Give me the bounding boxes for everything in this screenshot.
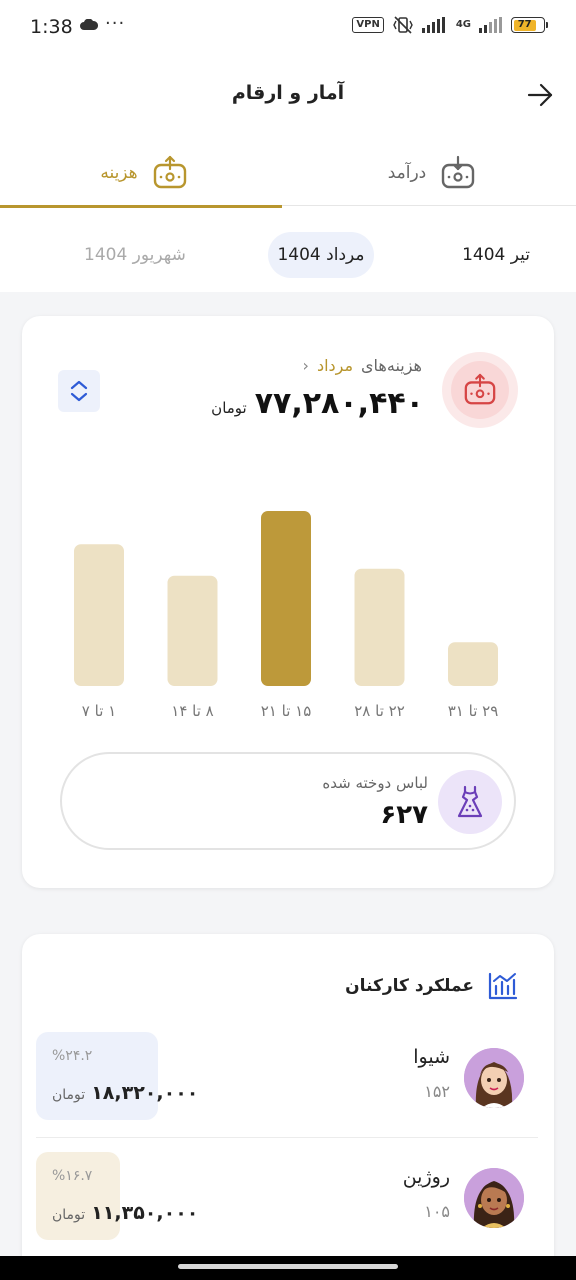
battery-icon: 77 [511, 17, 548, 33]
expense-icon-badge [442, 352, 518, 428]
performance-title: عملکرد کارکنان [345, 976, 474, 996]
employee-name: شیوا [413, 1046, 450, 1068]
expense-amount-row: ۷۷,۲۸۰,۴۴۰ تومان [211, 386, 424, 421]
avatar [464, 1048, 524, 1108]
dress-icon [457, 785, 483, 818]
sort-toggle-button[interactable] [58, 370, 100, 412]
dress-stat-count: ۶۲۷ [380, 800, 428, 830]
employee-share-badge [36, 1152, 120, 1240]
dress-stat-box: لباس دوخته شده ۶۲۷ [60, 752, 516, 850]
cloud-icon [80, 19, 98, 30]
app-header: آمار و ارقام [0, 70, 576, 120]
chart-bar[interactable] [448, 642, 498, 686]
signal-icon [421, 17, 445, 33]
expense-label: هزینه‌های [361, 356, 422, 375]
expense-amount: ۷۷,۲۸۰,۴۴۰ [254, 386, 424, 421]
employee-amount-row: ۱۱,۳۵۰,۰۰۰ تومان [52, 1202, 198, 1224]
chart-x-label: ۱ تا ۷ [82, 702, 116, 720]
employee-name: روژین [402, 1166, 450, 1188]
expense-label-row[interactable]: هزینه‌های مرداد ‹ [303, 356, 422, 375]
chart-x-label: ۸ تا ۱۴ [171, 702, 213, 720]
back-arrow-icon[interactable] [526, 82, 554, 108]
chart-bar[interactable] [354, 568, 405, 686]
expense-month: مرداد [316, 356, 354, 375]
staff-performance-card: عملکرد کارکنان شیوا ۱۵۲ %۲۴.۲ ۱۸,۳۲۰,۰۰۰… [22, 934, 554, 1274]
tab-expense-label: هزینه [100, 163, 138, 183]
month-shahrivar[interactable]: شهریور 1404 [84, 232, 186, 278]
chart-bar[interactable] [167, 575, 218, 686]
signal-2-icon [479, 17, 502, 33]
tab-income[interactable]: درآمد [288, 140, 576, 206]
home-gesture-handle[interactable] [178, 1264, 398, 1269]
tab-income-label: درآمد [387, 163, 427, 183]
dress-icon-badge [438, 770, 502, 834]
expense-wallet-icon [464, 373, 496, 405]
chart-growth-icon [488, 972, 518, 1000]
chart-x-label: ۲۲ تا ۲۸ [354, 702, 405, 720]
status-bar: 1:38 ··· VPN 4G 77 [0, 0, 576, 56]
employee-row[interactable]: روژین ۱۰۵ %۱۶.۷ ۱۱,۳۵۰,۰۰۰ تومان [36, 1152, 538, 1256]
chevron-left-icon: ‹ [302, 356, 309, 375]
vpn-icon: VPN [352, 17, 384, 33]
employee-percent: %۲۴.۲ [52, 1048, 93, 1064]
employee-currency: تومان [52, 1087, 86, 1103]
employee-amount: ۱۱,۳۵۰,۰۰۰ [91, 1202, 199, 1224]
dress-stat-label: لباس دوخته شده [322, 774, 428, 792]
muted-vibrate-icon [393, 16, 413, 34]
weekly-expense-chart: ۱ تا ۷ ۸ تا ۱۴ ۱۵ تا ۲۱ ۲۲ تا ۲۸ ۲۹ تا ۳۱ [58, 496, 528, 726]
chart-x-label: ۱۵ تا ۲۱ [261, 702, 312, 720]
network-type-label: 4G [455, 19, 471, 30]
tab-expense[interactable]: هزینه [0, 140, 288, 208]
expense-summary-card: هزینه‌های مرداد ‹ ۷۷,۲۸۰,۴۴۰ تومان ۱ تا … [22, 316, 554, 888]
wallet-download-icon [442, 155, 475, 189]
tab-bar: هزینه درآمد [0, 140, 576, 208]
system-nav-bar [0, 1256, 576, 1280]
employee-row[interactable]: شیوا ۱۵۲ %۲۴.۲ ۱۸,۳۲۰,۰۰۰ تومان [36, 1032, 538, 1136]
employee-amount: ۱۸,۳۲۰,۰۰۰ [91, 1082, 199, 1104]
month-mordad-selected[interactable]: مرداد 1404 [268, 232, 374, 278]
active-tab-indicator [0, 205, 282, 208]
chevron-up-down-icon [70, 380, 88, 402]
chart-x-label: ۲۹ تا ۳۱ [448, 702, 499, 720]
battery-level: 77 [513, 19, 536, 31]
month-selector: تیر 1404 مرداد 1404 شهریور 1404 [0, 226, 576, 282]
avatar [464, 1168, 524, 1228]
page-title: آمار و ارقام [231, 82, 345, 104]
chart-bar[interactable] [74, 544, 124, 686]
wallet-upload-icon [153, 155, 186, 189]
employee-percent: %۱۶.۷ [52, 1168, 93, 1184]
status-more-dots: ··· [105, 13, 126, 34]
expense-currency: تومان [211, 399, 247, 417]
employee-count: ۱۵۲ [424, 1082, 450, 1101]
employee-amount-row: ۱۸,۳۲۰,۰۰۰ تومان [52, 1082, 198, 1104]
month-tir[interactable]: تیر 1404 [462, 232, 530, 278]
performance-header: عملکرد کارکنان [345, 972, 518, 1000]
employee-count: ۱۰۵ [424, 1202, 450, 1221]
chart-bar[interactable] [261, 511, 311, 686]
employee-currency: تومان [52, 1207, 86, 1223]
employee-share-badge [36, 1032, 158, 1120]
status-time: 1:38 [30, 16, 73, 38]
divider [36, 1137, 538, 1138]
